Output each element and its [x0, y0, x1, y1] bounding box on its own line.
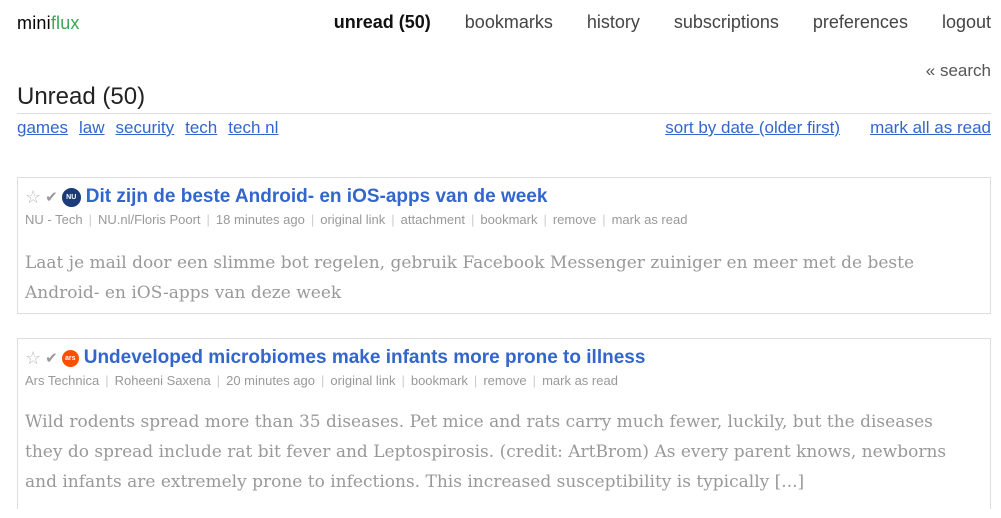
entry-title[interactable]: Dit zijn de beste Android- en iOS-apps v…	[86, 186, 548, 208]
category-law[interactable]: law	[79, 118, 105, 138]
feed-name-link[interactable]: NU - Tech	[25, 212, 83, 227]
mark-as-read-link[interactable]: mark as read	[542, 373, 618, 388]
mark-all-read-link[interactable]: mark all as read	[870, 118, 991, 138]
entry-header: ☆ ✔ ars Undeveloped microbiomes make inf…	[25, 347, 645, 369]
category-games[interactable]: games	[17, 118, 68, 138]
author: NU.nl/Floris Poort	[97, 212, 201, 227]
mark-as-read-link[interactable]: mark as read	[612, 212, 688, 227]
nav-preferences[interactable]: preferences	[813, 12, 908, 33]
nav-unread[interactable]: unread (50)	[334, 12, 431, 33]
nu-favicon-icon: NU	[61, 187, 81, 207]
nav-subscriptions[interactable]: subscriptions	[674, 12, 779, 33]
star-icon[interactable]: ☆	[25, 188, 41, 206]
entry-title[interactable]: Undeveloped microbiomes make infants mor…	[84, 347, 646, 369]
nav-bookmarks[interactable]: bookmarks	[465, 12, 553, 33]
checkmark-icon[interactable]: ✔	[45, 349, 58, 367]
entry-meta: Ars Technica | Roheeni Saxena | 20 minutes…	[25, 373, 618, 388]
logo-part-2: flux	[50, 13, 80, 33]
timestamp: 18 minutes ago	[215, 212, 305, 227]
checkmark-icon[interactable]: ✔	[45, 188, 58, 206]
original-link[interactable]: original link	[320, 212, 385, 227]
page-toolbar: sort by date (older first) mark all as r…	[665, 118, 991, 138]
entry-meta: NU - Tech | NU.nl/Floris Poort | 18 minute…	[25, 212, 688, 227]
timestamp: 20 minutes ago	[226, 373, 316, 388]
category-list: games law security tech tech nl	[17, 118, 278, 138]
logo[interactable]: miniflux	[17, 13, 80, 34]
nav-logout[interactable]: logout	[942, 12, 991, 33]
feed-name-link[interactable]: Ars Technica	[25, 373, 99, 388]
entry-item: ☆ ✔ ars Undeveloped microbiomes make inf…	[17, 338, 991, 509]
page-title: Unread (50)	[17, 83, 146, 110]
entry-header: ☆ ✔ NU Dit zijn de beste Android- en iOS…	[25, 186, 547, 208]
remove-link[interactable]: remove	[553, 212, 596, 227]
main-nav: unread (50) bookmarks history subscripti…	[334, 12, 991, 33]
header: miniflux unread (50) bookmarks history s…	[17, 10, 991, 38]
search-link[interactable]: « search	[926, 61, 991, 81]
remove-link[interactable]: remove	[483, 373, 526, 388]
nav-history[interactable]: history	[587, 12, 640, 33]
divider	[17, 113, 991, 114]
entry-content: Wild rodents spread more than 35 disease…	[25, 412, 947, 492]
category-tech[interactable]: tech	[185, 118, 217, 138]
logo-part-1: mini	[17, 13, 51, 33]
entry-item: ☆ ✔ NU Dit zijn de beste Android- en iOS…	[17, 177, 991, 314]
bookmark-link[interactable]: bookmark	[480, 212, 537, 227]
sort-by-date-link[interactable]: sort by date (older first)	[665, 118, 840, 138]
category-tech-nl[interactable]: tech nl	[228, 118, 278, 138]
star-icon[interactable]: ☆	[25, 349, 41, 367]
bookmark-link[interactable]: bookmark	[411, 373, 468, 388]
original-link[interactable]: original link	[330, 373, 395, 388]
category-security[interactable]: security	[116, 118, 175, 138]
attachment-link[interactable]: attachment	[401, 212, 465, 227]
author: Roheeni Saxena	[114, 373, 211, 388]
entry-content: Laat je mail door een slimme bot regelen…	[25, 253, 915, 303]
ars-favicon-icon: ars	[61, 349, 79, 367]
